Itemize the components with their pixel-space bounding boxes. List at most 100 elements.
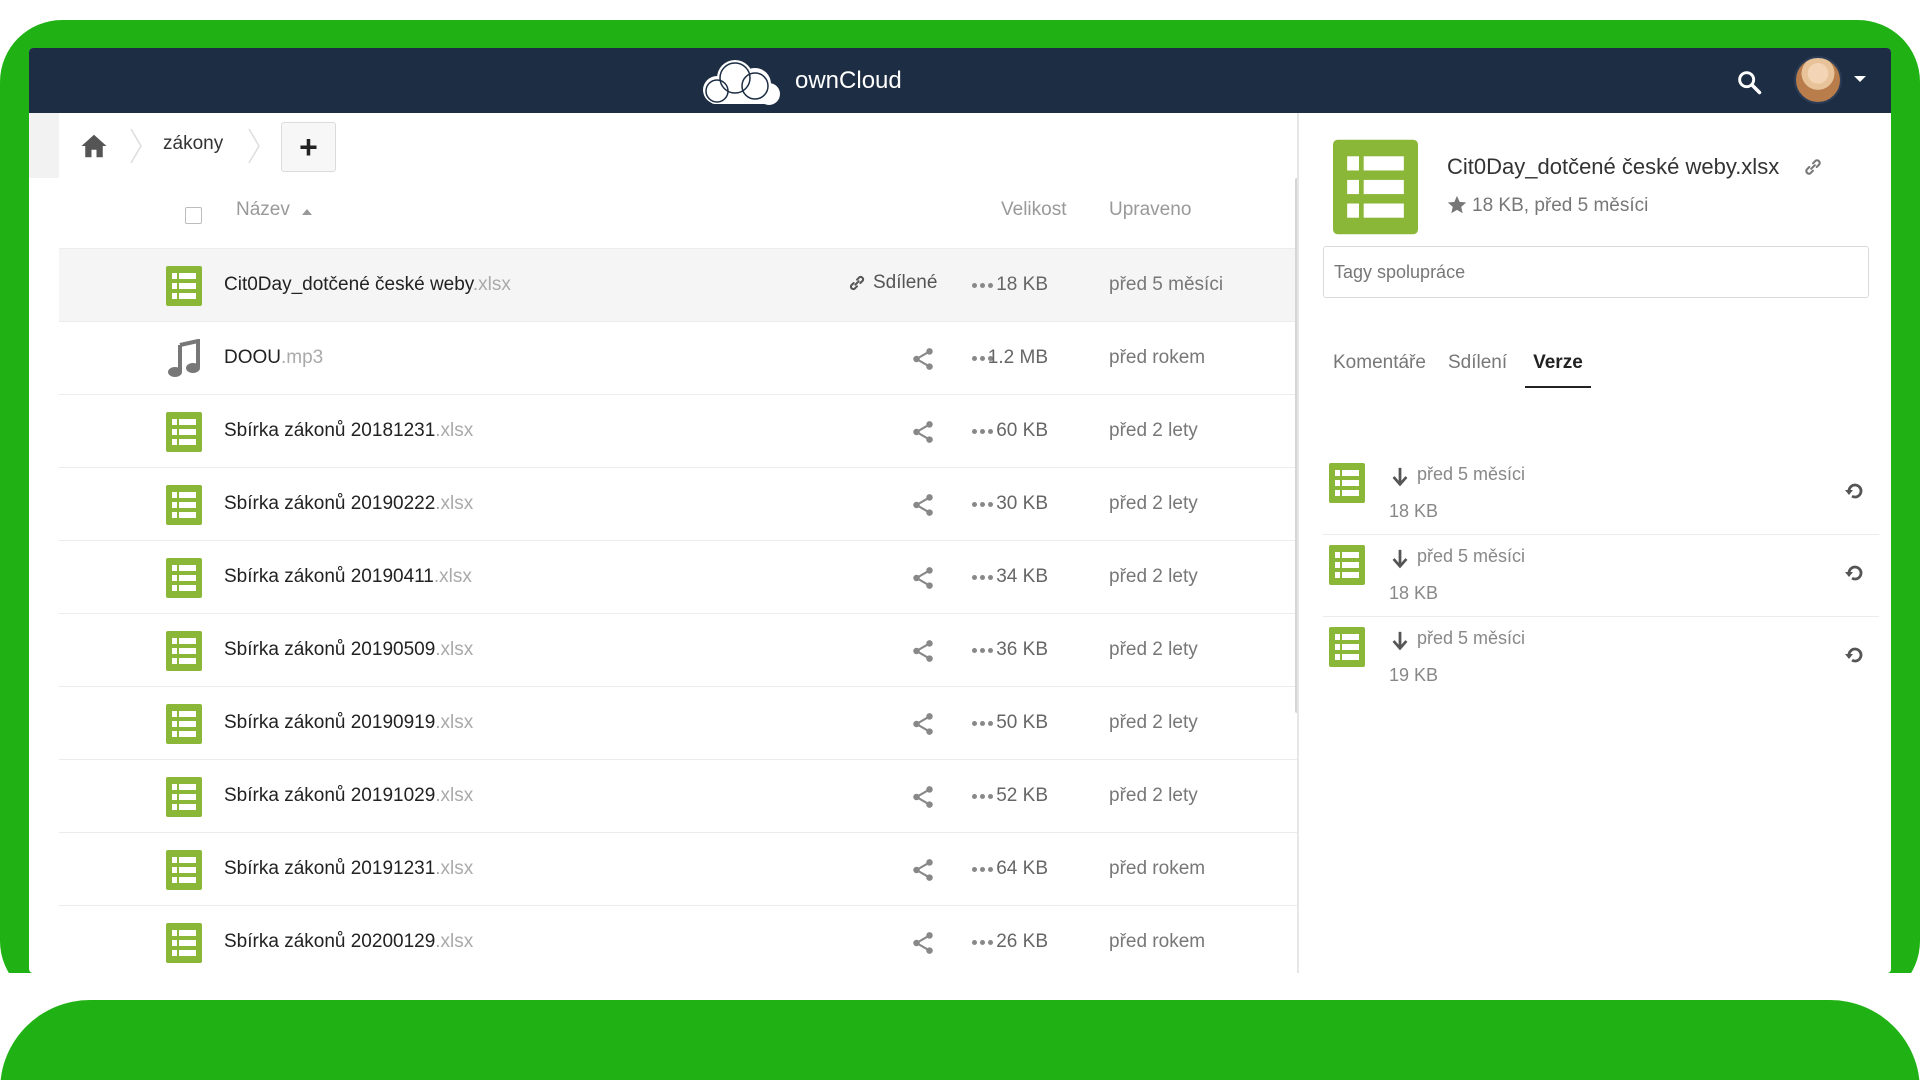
file-rows: Cit0Day_dotčené české weby.xlsx Sdílené … <box>59 248 1297 973</box>
file-size: 64 KB <box>996 858 1048 879</box>
file-name[interactable]: Sbírka zákonů 20200129.xlsx <box>224 931 473 953</box>
file-row[interactable]: Sbírka zákonů 20200129.xlsx 26 KB před r… <box>59 905 1297 973</box>
file-basename: Sbírka zákonů 20190411 <box>224 566 434 587</box>
download-icon[interactable] <box>1389 466 1411 488</box>
spreadsheet-file-icon <box>166 777 202 817</box>
download-icon[interactable] <box>1389 630 1411 652</box>
file-modified: před rokem <box>1109 858 1206 879</box>
user-menu-caret-icon[interactable] <box>1854 76 1866 82</box>
version-time[interactable]: před 5 měsíci <box>1417 464 1525 485</box>
version-time[interactable]: před 5 měsíci <box>1417 546 1525 567</box>
file-basename: DOOU <box>224 347 281 368</box>
download-icon[interactable] <box>1389 548 1411 570</box>
share-icon[interactable] <box>910 638 936 664</box>
file-size: 26 KB <box>996 931 1048 952</box>
version-size: 18 KB <box>1389 583 1439 603</box>
spreadsheet-file-icon <box>1329 545 1365 585</box>
app-window: ownCloud zákony + Název Velikost Upraven <box>29 48 1891 973</box>
file-row[interactable]: Sbírka zákonů 20190222.xlsx 30 KB před 2… <box>59 467 1297 540</box>
file-row[interactable]: Sbírka zákonů 20181231.xlsx 60 KB před 2… <box>59 394 1297 467</box>
spreadsheet-file-icon <box>166 412 202 452</box>
sidebar-tabs: Komentáře Sdílení Verze <box>1329 348 1591 388</box>
restore-icon[interactable] <box>1843 561 1867 585</box>
app-name: ownCloud <box>795 67 902 94</box>
spreadsheet-file-icon <box>166 558 202 598</box>
share-icon[interactable] <box>910 930 936 956</box>
file-row[interactable]: Sbírka zákonů 20191029.xlsx 52 KB před 2… <box>59 759 1297 832</box>
shared-label: Sdílené <box>873 272 938 293</box>
file-name[interactable]: Sbírka zákonů 20190411.xlsx <box>224 566 472 588</box>
file-name[interactable]: Sbírka zákonů 20181231.xlsx <box>224 420 473 442</box>
version-size: 19 KB <box>1389 665 1439 685</box>
file-basename: Sbírka zákonů 20191029 <box>224 785 436 806</box>
file-row[interactable]: Sbírka zákonů 20190919.xlsx 50 KB před 2… <box>59 686 1297 759</box>
owncloud-logo-icon <box>703 60 780 105</box>
share-icon[interactable] <box>910 784 936 810</box>
nav-gutter <box>29 113 59 178</box>
file-modified: před rokem <box>1109 931 1206 952</box>
file-row[interactable]: Sbírka zákonů 20191231.xlsx 64 KB před r… <box>59 832 1297 905</box>
file-name[interactable]: Sbírka zákonů 20190919.xlsx <box>224 712 473 734</box>
favorite-star-icon[interactable] <box>1446 194 1468 216</box>
column-modified[interactable]: Upraveno <box>1109 199 1191 221</box>
file-name[interactable]: Cit0Day_dotčené české weby.xlsx <box>224 274 511 296</box>
file-name[interactable]: Sbírka zákonů 20191029.xlsx <box>224 785 473 807</box>
user-avatar[interactable] <box>1794 56 1842 104</box>
spreadsheet-file-icon <box>1329 627 1365 667</box>
new-button[interactable]: + <box>281 122 336 172</box>
link-icon[interactable] <box>1802 156 1824 178</box>
file-name[interactable]: Sbírka zákonů 20190509.xlsx <box>224 639 473 661</box>
share-icon[interactable] <box>910 711 936 737</box>
tab-versions[interactable]: Verze <box>1525 348 1591 388</box>
home-icon[interactable] <box>79 131 109 161</box>
sort-ascending-icon[interactable] <box>302 209 312 215</box>
logo[interactable]: ownCloud <box>697 56 902 106</box>
collaborative-tags-input[interactable] <box>1323 246 1869 298</box>
share-icon[interactable] <box>910 492 936 518</box>
breadcrumb: zákony + <box>29 113 1297 178</box>
share-icon[interactable] <box>910 419 936 445</box>
version-size: 18 KB <box>1389 501 1439 521</box>
file-basename: Sbírka zákonů 20190919 <box>224 712 436 733</box>
sidebar-file-title: Cit0Day_dotčené české weby.xlsx <box>1447 154 1780 179</box>
file-extension: .xlsx <box>435 931 474 952</box>
file-extension: .xlsx <box>472 274 511 295</box>
file-name[interactable]: DOOU.mp3 <box>224 347 323 369</box>
shared-link-button[interactable]: Sdílené <box>847 272 937 294</box>
file-modified: před 5 měsíci <box>1109 274 1224 295</box>
tab-comments[interactable]: Komentáře <box>1329 348 1430 388</box>
file-size: 34 KB <box>996 566 1048 587</box>
file-modified: před 2 lety <box>1109 420 1198 441</box>
audio-file-icon <box>168 339 200 377</box>
spreadsheet-file-icon <box>166 485 202 525</box>
restore-icon[interactable] <box>1843 479 1867 503</box>
file-list-header: Název Velikost Upraveno <box>59 178 1297 248</box>
file-modified: před 2 lety <box>1109 712 1198 733</box>
restore-icon[interactable] <box>1843 643 1867 667</box>
select-all-checkbox[interactable] <box>185 207 202 224</box>
file-row[interactable]: Sbírka zákonů 20190509.xlsx 36 KB před 2… <box>59 613 1297 686</box>
share-icon[interactable] <box>910 565 936 591</box>
versions-list: před 5 měsíci 18 KB před 5 měsíci 18 KB … <box>1323 453 1879 699</box>
share-icon[interactable] <box>910 857 936 883</box>
spreadsheet-file-icon <box>166 850 202 890</box>
file-name[interactable]: Sbírka zákonů 20190222.xlsx <box>224 493 473 515</box>
tab-sharing[interactable]: Sdílení <box>1444 348 1511 388</box>
share-icon[interactable] <box>910 346 936 372</box>
search-icon[interactable] <box>1735 68 1763 96</box>
file-extension: .xlsx <box>435 712 474 733</box>
file-list: Název Velikost Upraveno Cit0Day_dotčené … <box>59 178 1297 973</box>
file-size: 30 KB <box>996 493 1048 514</box>
file-row[interactable]: Sbírka zákonů 20190411.xlsx 34 KB před 2… <box>59 540 1297 613</box>
file-name[interactable]: Sbírka zákonů 20191231.xlsx <box>224 858 473 880</box>
column-size[interactable]: Velikost <box>1001 199 1066 221</box>
file-size: 36 KB <box>996 639 1048 660</box>
breadcrumb-folder[interactable]: zákony <box>163 133 223 155</box>
file-row[interactable]: Cit0Day_dotčené české weby.xlsx Sdílené … <box>59 248 1297 321</box>
version-time[interactable]: před 5 měsíci <box>1417 628 1525 649</box>
file-size: 1.2 MB <box>987 347 1048 368</box>
version-item: před 5 měsíci 18 KB <box>1323 535 1879 617</box>
file-row[interactable]: DOOU.mp3 1.2 MB před rokem <box>59 321 1297 394</box>
details-sidebar: × Cit0Day_dotčené české weby.xlsx 18 KB,… <box>1299 113 1891 973</box>
column-name[interactable]: Název <box>236 199 290 221</box>
